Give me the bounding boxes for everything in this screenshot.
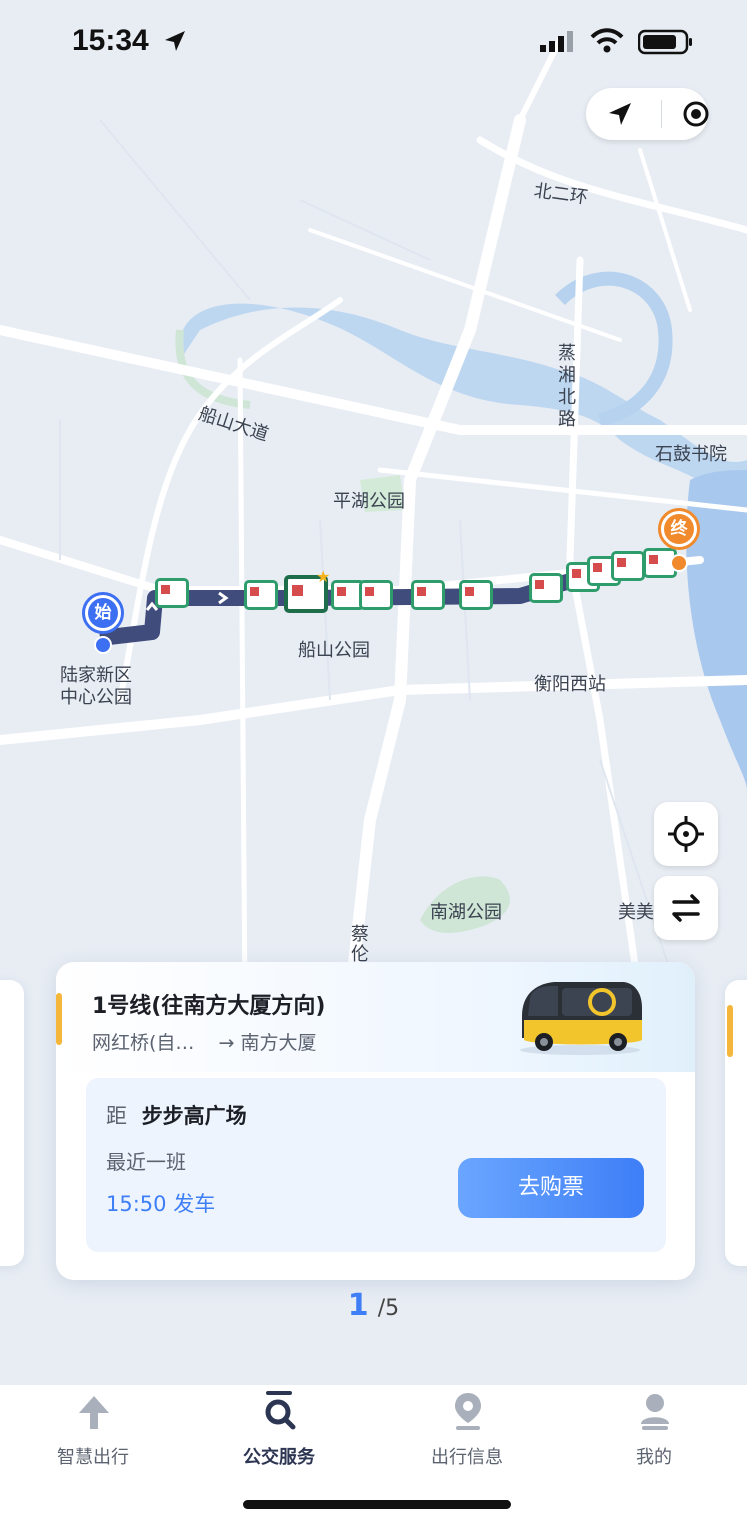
tab-label: 公交服务 (243, 1447, 315, 1468)
bus-stop-marker[interactable] (359, 580, 393, 610)
tab-smart-travel[interactable]: 智慧出行 (0, 1385, 186, 1485)
route-arrow: → (218, 1032, 235, 1054)
location-pin-icon (455, 1393, 481, 1430)
bus-stop-marker[interactable] (459, 580, 493, 610)
pager-total: /5 (377, 1296, 400, 1321)
user-icon (641, 1394, 669, 1430)
next-bus-label: 最近一班 (106, 1150, 186, 1174)
pager-current: 1 (347, 1288, 369, 1323)
crosshair-icon (668, 816, 704, 852)
tab-bus-service[interactable]: 公交服务 (186, 1385, 372, 1485)
map-label-char: 湘 (558, 365, 576, 386)
card-pager: 1 /5 (0, 1288, 747, 1323)
locate-button[interactable] (654, 802, 718, 866)
search-icon (265, 1391, 296, 1430)
route-card[interactable]: 1号线(往南方大厦方向) 网红桥(自… → 南方大厦 距 步步高广场 最近一班 … (56, 962, 695, 1280)
map-label-nanhu: 南湖公园 (430, 902, 502, 923)
map-label-start-stop: 陆家新区 中心公园 (60, 665, 132, 709)
control-divider (661, 100, 662, 128)
swap-direction-icon (672, 894, 700, 922)
departure-info: 距 步步高广场 最近一班 15:50 发车 去购票 (86, 1078, 666, 1252)
battery-icon (638, 29, 692, 55)
bus-stop-marker-selected[interactable]: ★ (284, 567, 330, 613)
bus-stop-marker[interactable] (411, 580, 445, 610)
map-label-road-zhengxiang: 蒸 湘 北 路 (558, 343, 580, 431)
location-services-icon (165, 31, 185, 51)
start-marker[interactable]: 始 (82, 592, 124, 634)
arrow-up-icon (79, 1396, 109, 1429)
buy-ticket-button[interactable]: 去购票 (458, 1158, 644, 1218)
tab-travel-info[interactable]: 出行信息 (374, 1385, 560, 1485)
bus-image (514, 976, 646, 1056)
end-dot (670, 554, 688, 572)
distance-prefix: 距 (106, 1104, 127, 1128)
depart-time: 15:50 发车 (106, 1192, 216, 1216)
wifi-icon (590, 28, 624, 53)
tab-mine[interactable]: 我的 (561, 1385, 747, 1485)
map-label-char: 北 (558, 387, 576, 408)
switch-direction-button[interactable] (654, 876, 718, 940)
next-card-accent (727, 1005, 733, 1057)
star-icon: ★ (316, 567, 331, 586)
bus-stop-marker[interactable] (244, 580, 278, 610)
bus-stop-marker[interactable] (529, 573, 563, 603)
bus-stop-marker[interactable] (611, 551, 645, 581)
tab-label: 智慧出行 (57, 1447, 129, 1468)
navigation-arrow-icon[interactable] (604, 98, 636, 130)
map-label-hengyang-west: 衡阳西站 (534, 674, 606, 695)
route-from: 网红桥(自… (92, 1032, 195, 1054)
route-title: 1号线(往南方大厦方向) (92, 994, 326, 1019)
map-label-pinghu: 平湖公园 (333, 491, 405, 512)
map-label-mei: 美美 (618, 902, 654, 923)
status-time: 15:34 (72, 24, 149, 57)
start-dot (94, 636, 112, 654)
map-label-char: 蒸 (558, 343, 576, 364)
signal-icon (540, 31, 573, 52)
status-bar: 15:34 (0, 0, 747, 84)
map-label-chuanshan-park: 船山公园 (298, 640, 370, 661)
previous-card-accent (56, 993, 62, 1045)
route-to: 南方大厦 (240, 1032, 317, 1054)
map-label-char: 路 (558, 409, 576, 430)
nearest-station: 步步高广场 (141, 1104, 247, 1128)
map-label-cailun: 蔡 伦 (351, 925, 373, 965)
tab-label: 我的 (636, 1447, 672, 1468)
end-marker-label: 终 (664, 514, 694, 544)
start-marker-label: 始 (88, 598, 118, 628)
map-control-pill (586, 88, 710, 140)
end-marker[interactable]: 终 (658, 508, 700, 550)
bus-stop-marker[interactable] (155, 578, 189, 608)
map-label-line: 陆家新区 (60, 665, 132, 686)
map-label-char: 蔡 (351, 924, 369, 945)
target-dot-icon[interactable] (682, 100, 710, 128)
previous-card-peek[interactable] (0, 980, 24, 1266)
map-label-shigu: 石鼓书院 (655, 444, 727, 465)
home-indicator[interactable] (243, 1500, 511, 1509)
route-endpoints: 网红桥(自… → 南方大厦 (92, 1028, 316, 1055)
distance-line: 距 步步高广场 (106, 1100, 247, 1130)
map-label-line: 中心公园 (60, 687, 132, 708)
tab-label: 出行信息 (431, 1447, 503, 1468)
